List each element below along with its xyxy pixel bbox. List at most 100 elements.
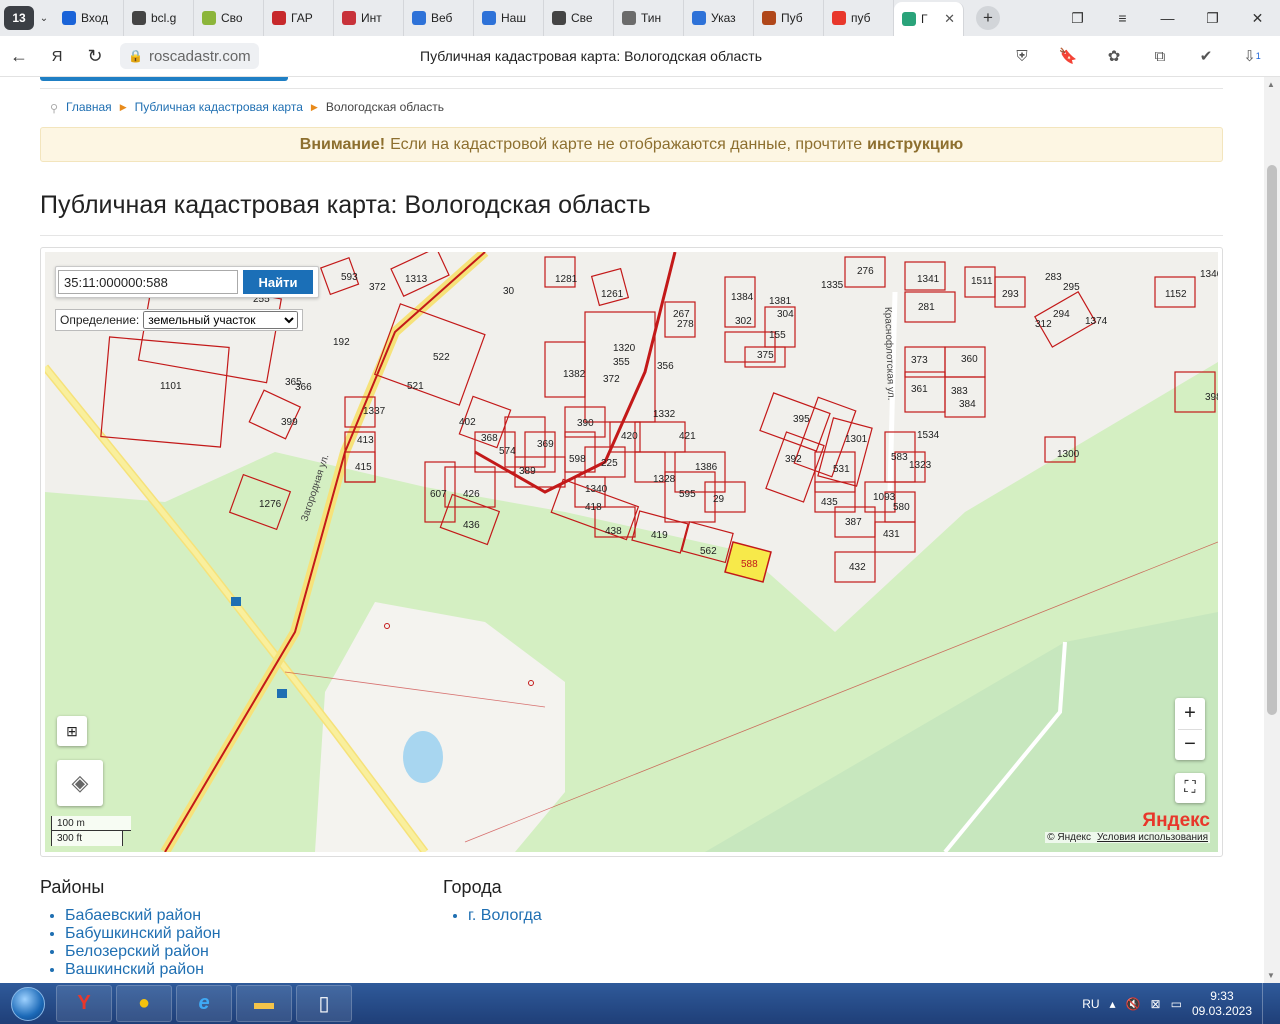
close-tab-icon[interactable]: ✕ [944,11,955,27]
alert-prefix: Внимание! [299,135,386,153]
pond [403,731,443,783]
zoom-in-button[interactable]: + [1184,699,1196,729]
windows-taskbar: Y ● e ▬ ▯ RU ▴ 🔇 ⊠ ▭ 9:33 09.03.2023 [0,983,1280,1024]
parcel-label: 384 [959,399,976,410]
browser-tab[interactable]: пуб [824,0,894,36]
definition-select[interactable]: земельный участок [143,311,298,329]
layers-button[interactable]: ◈ [57,760,103,806]
tab-label: ГАР [291,11,313,25]
new-tab-button[interactable]: + [976,6,1000,30]
bookmark-icon[interactable]: 🔖 [1048,42,1088,70]
parcel-label: 1320 [613,343,636,354]
yandex-logo[interactable]: Яндекс [1142,810,1210,832]
extension-icon[interactable]: ✿ [1094,42,1134,70]
reload-button[interactable]: ↻ [76,37,114,75]
taskbar-document[interactable]: ▯ [296,985,352,1022]
browser-tab[interactable]: bcl.g [124,0,194,36]
parcel-label: 1384 [731,292,754,303]
fullscreen-button[interactable]: ⛶ [1175,773,1205,803]
minimize-button[interactable]: — [1145,0,1190,36]
parcel-label: 283 [1045,272,1062,283]
downloads-icon[interactable]: ⇩ 1 [1232,42,1272,70]
folder-icon: ▬ [254,992,274,1014]
zoom-out-button[interactable]: − [1184,730,1196,760]
tab-label: bcl.g [151,11,177,25]
cadastral-number-input[interactable] [58,270,238,294]
tray-expand-icon[interactable]: ▴ [1110,997,1116,1011]
parcel-label: 399 [281,417,298,428]
definition-filter: Определение: земельный участок [55,309,303,331]
ruler-button[interactable]: ⊞ [57,716,87,746]
breadcrumb-separator-icon: ▶ [310,101,318,112]
taskbar-explorer[interactable]: ▬ [236,985,292,1022]
browser-tab[interactable]: Г ✕ [894,2,964,36]
taskbar-internet-explorer[interactable]: e [176,985,232,1022]
browser-tab[interactable]: ГАР [264,0,334,36]
back-button[interactable]: ← [0,37,38,75]
scroll-down-icon[interactable]: ▼ [1267,971,1275,980]
parcel-label: 521 [407,381,424,392]
region-link[interactable]: г. Вологда [468,907,542,925]
instruction-link[interactable]: инструкцию [867,136,963,154]
yandex-button[interactable]: Я [38,37,76,75]
districts-heading: Районы [40,877,105,897]
region-link[interactable]: Вашкинский район [65,961,221,979]
scroll-up-icon[interactable]: ▲ [1267,80,1275,89]
parcel-label: 304 [777,309,794,320]
copyright-text: © Яндекс [1047,832,1091,843]
browser-tab[interactable]: Тин [614,0,684,36]
find-button[interactable]: Найти [243,270,313,294]
breadcrumb-home[interactable]: Главная [66,100,112,114]
url-field[interactable]: 🔒 roscadastr.com [120,43,259,69]
language-indicator[interactable]: RU [1082,997,1099,1011]
restore-button[interactable]: ❐ [1190,0,1235,36]
browser-tab[interactable]: Указ [684,0,754,36]
show-desktop-button[interactable] [1262,983,1272,1024]
favicon-icon [62,11,76,25]
favicon-icon [342,11,356,25]
region-link[interactable]: Белозерский район [65,943,221,961]
parcel-label: 1511 [971,276,993,287]
collections-icon[interactable]: ❐ [1055,0,1100,36]
favicon-icon [902,12,916,26]
parcel-label: 398 [1205,392,1218,403]
clock[interactable]: 9:33 09.03.2023 [1192,989,1252,1019]
protect-icon[interactable]: ⛨ [1002,42,1042,70]
browser-tab[interactable]: Вход [54,0,124,36]
browser-tab[interactable]: Наш [474,0,544,36]
region-link[interactable]: Бабаевский район [65,907,221,925]
map-canvas[interactable]: 1313593 128112612672761341281151129329411… [45,252,1218,852]
browser-tab[interactable]: Пуб [754,0,824,36]
map-scale: 100 m 300 ft [51,816,133,848]
tab-label: Указ [711,11,736,25]
shield-check-icon[interactable]: ✔ [1186,42,1226,70]
translate-icon[interactable]: ⧉ [1140,42,1180,70]
browser-tab[interactable]: Веб [404,0,474,36]
browser-tab[interactable]: Сво [194,0,264,36]
browser-tabstrip: 13 ⌄ Вход bcl.g Сво ГАР Инт Веб Наш Све Тин Указ П… [0,0,1280,36]
chevron-down-icon[interactable]: ⌄ [34,13,54,24]
parcel-label: 441 [45,252,62,255]
start-button[interactable] [0,983,56,1024]
parcel-label: 302 [735,316,752,327]
taskbar-yandex-browser[interactable]: Y [56,985,112,1022]
browser-tab[interactable]: Све [544,0,614,36]
monitor-icon[interactable]: ▭ [1171,997,1182,1011]
document-icon: ▯ [318,993,330,1015]
close-window-button[interactable]: ✕ [1235,0,1280,36]
browser-tab[interactable]: Инт [334,0,404,36]
cadastral-map[interactable]: 1313 593 1281 1261 267 276 1341 281 1511 293 294 11… [45,252,1218,852]
network-icon[interactable]: ⊠ [1151,997,1161,1011]
parcel-label: 1335 [821,280,844,291]
region-link[interactable]: Бабушкинский район [65,925,221,943]
bus-stop-icon [277,689,287,698]
menu-icon[interactable]: ≡ [1100,0,1145,36]
terms-link[interactable]: Условия использования [1097,832,1208,843]
breadcrumb-map[interactable]: Публичная кадастровая карта [135,100,303,114]
taskbar-chrome[interactable]: ● [116,985,172,1022]
tab-counter[interactable]: 13 [4,6,34,30]
parcel-label: 392 [785,454,802,465]
volume-muted-icon[interactable]: 🔇 [1126,997,1141,1011]
scroll-thumb[interactable] [1267,165,1277,715]
page-scrollbar[interactable]: ▲ ▼ [1264,77,1280,983]
